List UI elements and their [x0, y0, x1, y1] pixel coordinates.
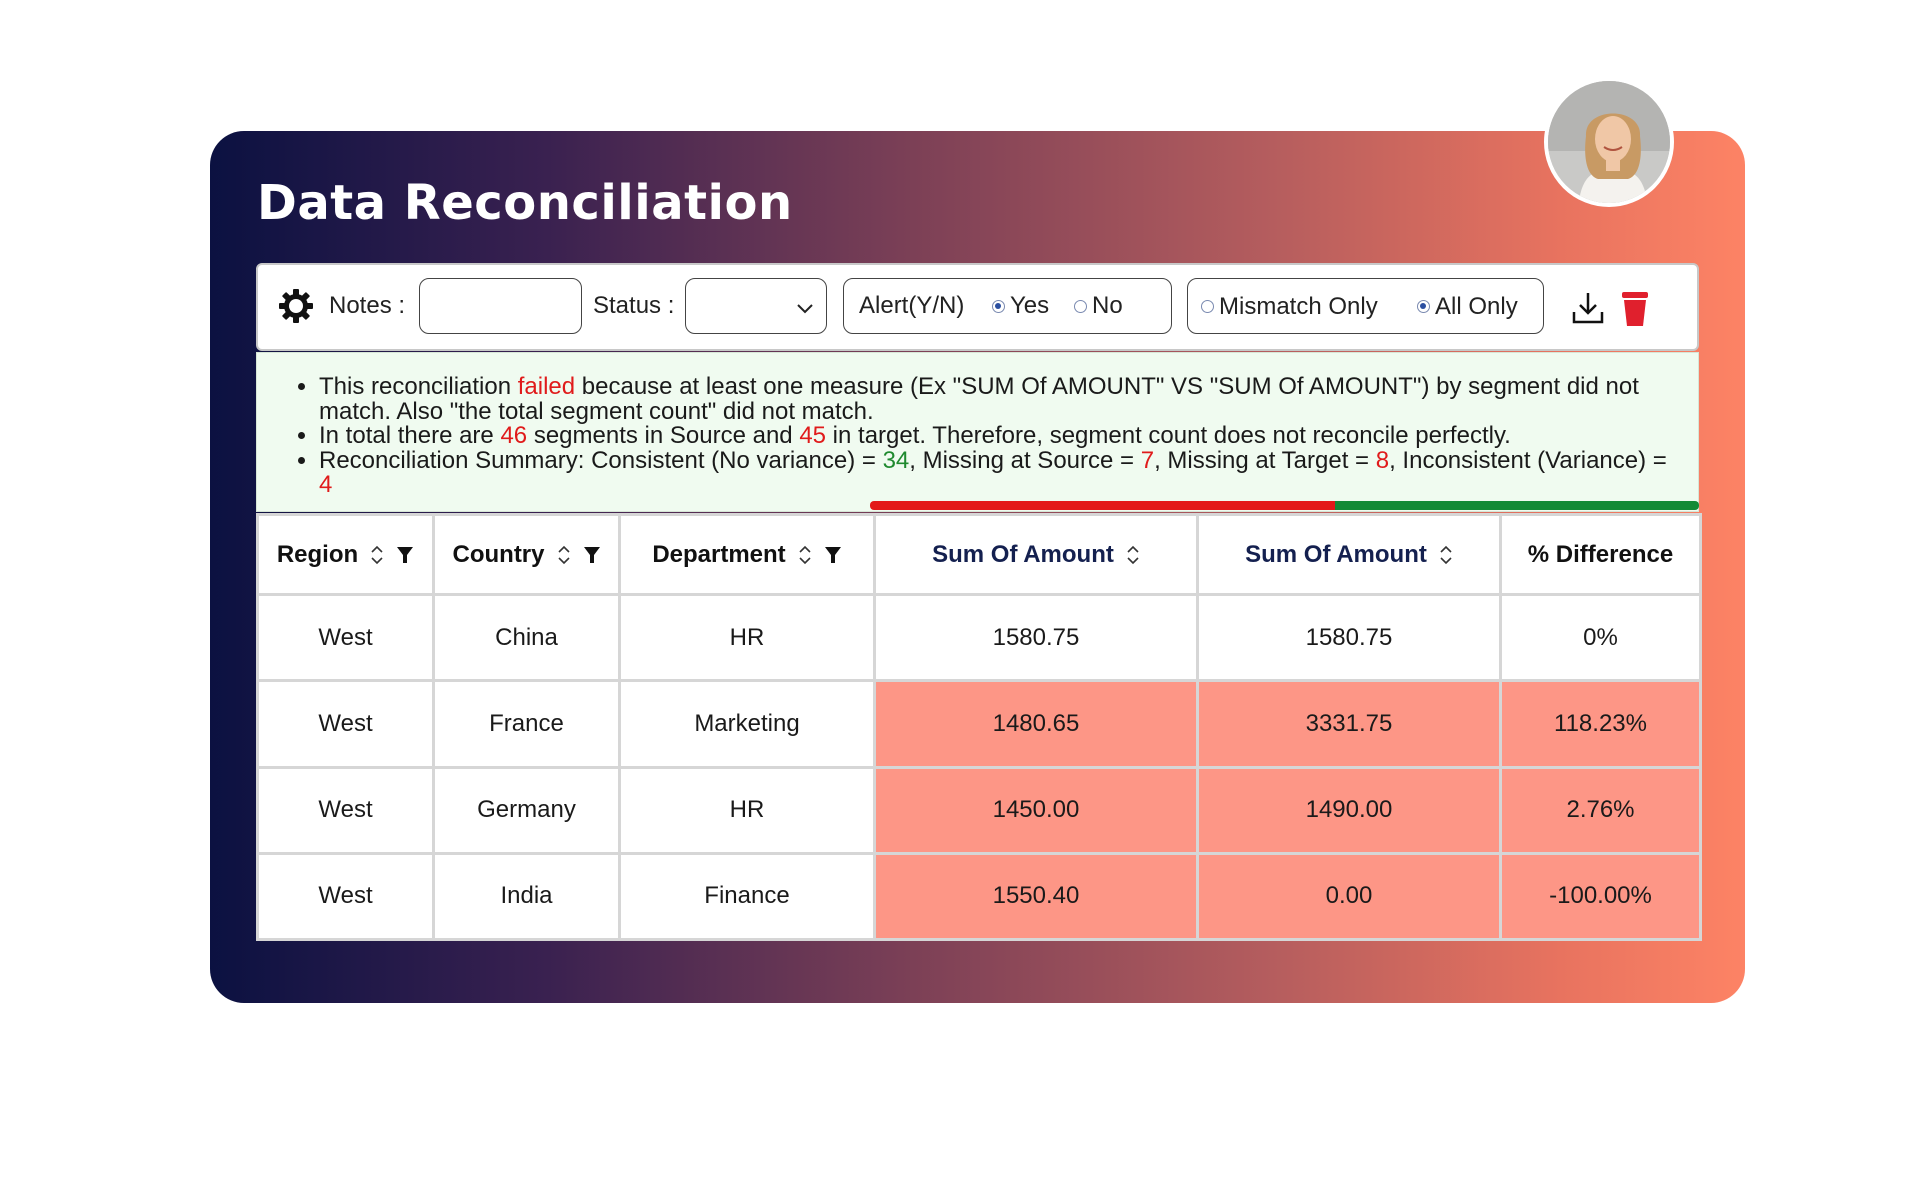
alert-yes-option[interactable]: Yes	[992, 291, 1058, 321]
consistent-count: 34	[882, 446, 910, 474]
alert-yes-radio[interactable]	[992, 300, 1005, 313]
status-dropdown[interactable]	[685, 278, 827, 334]
alert-no-label: No	[1092, 292, 1123, 319]
notes-label: Notes :	[329, 292, 406, 319]
column-header-difference[interactable]: % Difference	[1499, 513, 1702, 596]
cell-difference: 2.76%	[1499, 765, 1702, 855]
table-row[interactable]: West France Marketing 1480.65 3331.75 11…	[256, 679, 1702, 769]
reconciliation-table: Region Country Department Sum Of Amount	[256, 513, 1702, 942]
cell-department: Marketing	[618, 679, 876, 769]
gear-icon[interactable]	[278, 288, 314, 329]
sort-icon[interactable]	[798, 543, 812, 567]
alert-no-radio[interactable]	[1074, 300, 1087, 313]
page-title: Data Reconciliation	[257, 175, 793, 231]
table-header-row: Region Country Department Sum Of Amount	[256, 513, 1702, 596]
cell-target-sum: 1580.75	[1196, 592, 1502, 683]
cell-difference: -100.00%	[1499, 851, 1702, 942]
filter-icon[interactable]	[396, 545, 414, 565]
column-header-region[interactable]: Region	[256, 513, 435, 596]
summary-line-status: This reconciliation failed because at le…	[319, 373, 1679, 424]
download-icon[interactable]	[1570, 290, 1606, 331]
source-count: 46	[500, 422, 528, 449]
progress-bar-passed	[1335, 501, 1699, 510]
table-row[interactable]: West India Finance 1550.40 0.00 -100.00%	[256, 851, 1702, 942]
cell-department: HR	[618, 765, 876, 855]
failed-text: failed	[517, 373, 576, 400]
column-header-department[interactable]: Department	[618, 513, 876, 596]
column-header-target-sum[interactable]: Sum Of Amount	[1196, 513, 1502, 596]
sort-icon[interactable]	[1126, 543, 1140, 567]
column-header-country[interactable]: Country	[432, 513, 621, 596]
mismatch-only-radio[interactable]	[1201, 300, 1214, 313]
missing-target-count: 8	[1375, 446, 1390, 474]
toolbar: Notes : Status : Alert(Y/N) Yes No Misma…	[256, 263, 1699, 351]
reconciliation-summary: This reconciliation failed because at le…	[256, 352, 1699, 512]
mismatch-only-option[interactable]: Mismatch Only	[1201, 292, 1391, 322]
all-only-option[interactable]: All Only	[1417, 292, 1532, 322]
sort-icon[interactable]	[370, 543, 384, 567]
cell-country: China	[432, 592, 621, 683]
inconsistent-count: 4	[319, 471, 333, 498]
sort-icon[interactable]	[1439, 543, 1453, 567]
cell-source-sum: 1480.65	[873, 679, 1199, 769]
summary-line-segments: In total there are 46 segments in Source…	[319, 422, 1679, 449]
cell-country: Germany	[432, 765, 621, 855]
cell-target-sum: 3331.75	[1196, 679, 1502, 769]
alert-no-option[interactable]: No	[1074, 291, 1134, 321]
user-avatar[interactable]	[1544, 77, 1674, 207]
cell-country: France	[432, 679, 621, 769]
chevron-down-icon	[797, 304, 813, 314]
filter-icon[interactable]	[824, 545, 842, 565]
cell-difference: 118.23%	[1499, 679, 1702, 769]
table-row[interactable]: West Germany HR 1450.00 1490.00 2.76%	[256, 765, 1702, 855]
column-header-source-sum[interactable]: Sum Of Amount	[873, 513, 1199, 596]
filter-icon[interactable]	[583, 545, 601, 565]
status-label: Status :	[593, 292, 675, 319]
cell-difference: 0%	[1499, 592, 1702, 683]
sort-icon[interactable]	[557, 543, 571, 567]
target-count: 45	[799, 422, 827, 449]
cell-department: HR	[618, 592, 876, 683]
alert-label: Alert(Y/N)	[859, 292, 965, 319]
cell-country: India	[432, 851, 621, 942]
cell-department: Finance	[618, 851, 876, 942]
notes-input[interactable]	[419, 278, 582, 334]
cell-source-sum: 1550.40	[873, 851, 1199, 942]
cell-region: West	[256, 851, 435, 942]
cell-region: West	[256, 679, 435, 769]
cell-target-sum: 0.00	[1196, 851, 1502, 942]
alert-yes-label: Yes	[1010, 292, 1050, 319]
trash-icon[interactable]	[1621, 290, 1649, 333]
mismatch-only-label: Mismatch Only	[1219, 293, 1378, 320]
cell-region: West	[256, 592, 435, 683]
cell-region: West	[256, 765, 435, 855]
table-row[interactable]: West China HR 1580.75 1580.75 0%	[256, 592, 1702, 683]
summary-line-totals: Reconciliation Summary: Consistent (No v…	[319, 446, 1679, 498]
cell-target-sum: 1490.00	[1196, 765, 1502, 855]
all-only-radio[interactable]	[1417, 300, 1430, 313]
missing-source-count: 7	[1140, 446, 1155, 474]
view-filter-group: Mismatch Only All Only	[1187, 278, 1544, 334]
cell-source-sum: 1450.00	[873, 765, 1199, 855]
progress-bar-failed	[870, 501, 1335, 510]
all-only-label: All Only	[1435, 293, 1518, 320]
cell-source-sum: 1580.75	[873, 592, 1199, 683]
alert-group: Alert(Y/N) Yes No	[843, 278, 1172, 334]
